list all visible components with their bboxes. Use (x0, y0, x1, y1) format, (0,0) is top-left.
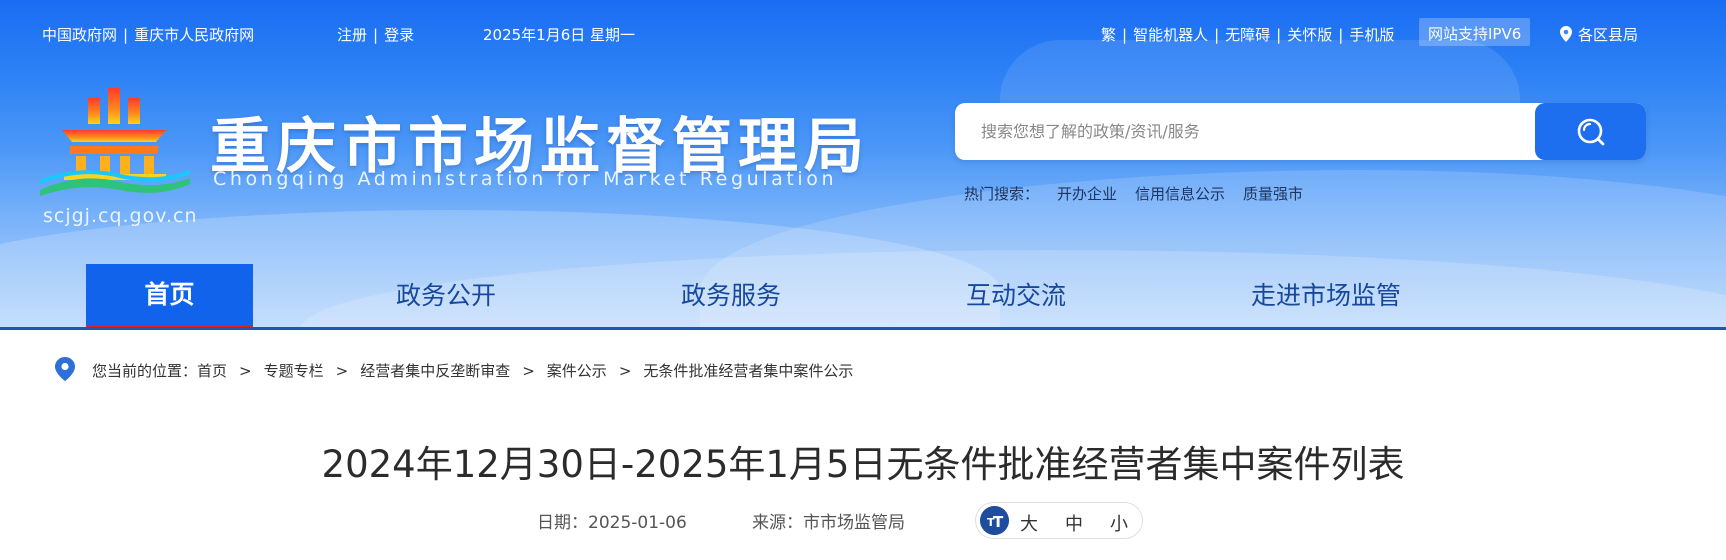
date-label: 日期： (537, 513, 588, 533)
article-source: 来源：市市场监管局 (752, 508, 905, 533)
city-emblem-logo (40, 88, 190, 196)
date-value: 2025-01-06 (588, 513, 687, 533)
divider: | (373, 26, 379, 44)
svg-text:T: T (993, 513, 1004, 531)
accessibility-link[interactable]: 无障碍 (1225, 26, 1270, 44)
search-button[interactable] (1535, 103, 1646, 160)
hot-search-item[interactable]: 信用信息公示 (1135, 185, 1225, 203)
hot-search-item[interactable]: 质量强市 (1243, 185, 1303, 203)
mobile-version-link[interactable]: 手机版 (1349, 26, 1394, 44)
divider: | (1122, 26, 1128, 44)
source-value: 市市场监管局 (803, 513, 905, 533)
nav-item-interaction[interactable]: 互动交流 (940, 264, 1092, 327)
main-nav: 首页 政务公开 政务服务 互动交流 走进市场监管 (0, 264, 1726, 327)
site-title-english: Chongqing Administration for Market Regu… (213, 168, 838, 190)
breadcrumb-separator: > (335, 362, 349, 380)
header-banner: 中国政府网 | 重庆市人民政府网 注册 | 登录 2025年1月6日 星期一 繁 | 智能机… (0, 0, 1726, 327)
breadcrumb-separator: > (618, 362, 632, 380)
hot-search-item[interactable]: 开办企业 (1057, 185, 1117, 203)
breadcrumb-item[interactable]: 首页 (197, 362, 227, 380)
breadcrumb-item[interactable]: 无条件批准经营者集中案件公示 (643, 362, 853, 380)
location-pin-icon (1560, 26, 1572, 42)
top-bar: 中国政府网 | 重庆市人民政府网 注册 | 登录 2025年1月6日 星期一 繁 | 智能机… (0, 18, 1726, 52)
font-size-large[interactable]: 大 (1020, 510, 1038, 536)
search-input[interactable] (955, 103, 1535, 160)
site-domain: scjgj.cq.gov.cn (43, 205, 198, 227)
city-gov-link[interactable]: 重庆市人民政府网 (134, 26, 254, 44)
hot-search-label: 热门搜索： (964, 185, 1040, 203)
login-link[interactable]: 登录 (384, 26, 414, 44)
care-mode-link[interactable]: 关怀版 (1287, 26, 1332, 44)
source-label: 来源： (752, 513, 803, 533)
region-label: 各区县局 (1578, 26, 1639, 44)
divider: | (1276, 26, 1282, 44)
font-size-medium[interactable]: 中 (1065, 510, 1083, 536)
breadcrumb-item[interactable]: 专题专栏 (264, 362, 324, 380)
search-icon (1577, 118, 1604, 145)
search-box (955, 103, 1646, 160)
divider: | (1338, 26, 1344, 44)
ipv6-badge: 网站支持IPV6 (1419, 18, 1531, 46)
font-size-icon: T T (980, 506, 1009, 535)
breadcrumb-item[interactable]: 案件公示 (547, 362, 607, 380)
nav-divider (0, 327, 1726, 330)
font-size-small[interactable]: 小 (1110, 510, 1128, 536)
traditional-chinese-link[interactable]: 繁 (1101, 26, 1116, 44)
gov-link[interactable]: 中国政府网 (42, 26, 117, 44)
nav-item-government-services[interactable]: 政务服务 (655, 264, 807, 327)
robot-link[interactable]: 智能机器人 (1133, 26, 1208, 44)
breadcrumb-item[interactable]: 经营者集中反垄断审查 (360, 362, 510, 380)
location-icon (55, 357, 75, 381)
nav-item-home[interactable]: 首页 (86, 264, 253, 327)
current-date: 2025年1月6日 星期一 (483, 26, 636, 44)
breadcrumb-prefix: 您当前的位置： (92, 362, 198, 380)
article-title: 2024年12月30日-2025年1月5日无条件批准经营者集中案件列表 (321, 443, 1405, 486)
divider: | (123, 26, 129, 44)
region-link[interactable]: 各区县局 (1560, 24, 1638, 45)
article-date: 日期：2025-01-06 (537, 508, 687, 533)
hot-search: 热门搜索： 开办企业 信用信息公示 质量强市 (964, 183, 1303, 204)
register-link[interactable]: 注册 (337, 26, 367, 44)
nav-item-about-market-regulation[interactable]: 走进市场监管 (1236, 264, 1416, 327)
divider: | (1214, 26, 1220, 44)
font-size-switcher: T T 大 中 小 (975, 502, 1143, 539)
breadcrumb-separator: > (522, 362, 535, 380)
nav-item-government-affairs[interactable]: 政务公开 (370, 264, 522, 327)
breadcrumb-separator: > (239, 362, 252, 380)
